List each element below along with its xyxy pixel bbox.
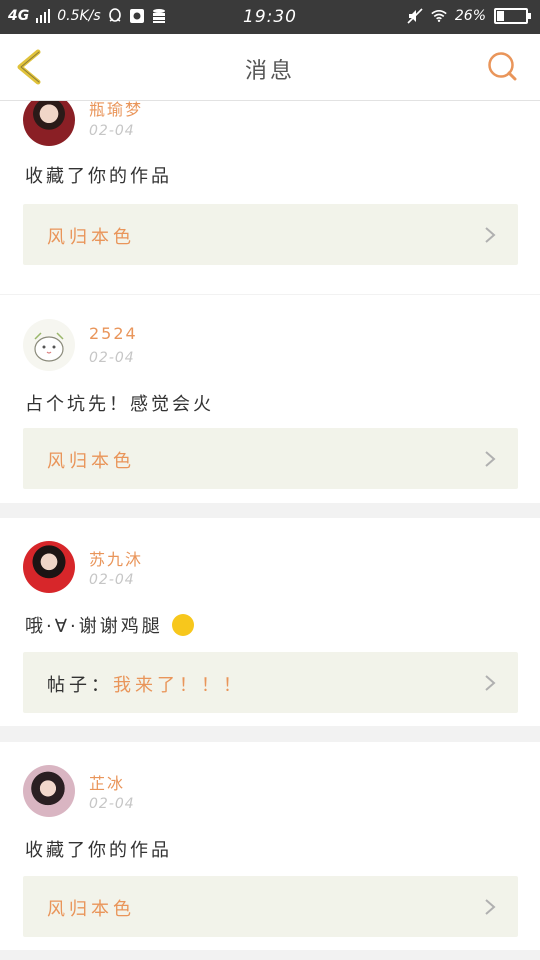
message-date: 02-04 [89, 123, 135, 139]
cartoon-avatar-icon [34, 332, 64, 362]
message-text: 收藏了你的作品 [25, 166, 172, 187]
username[interactable]: 瓶瑜梦 [89, 101, 143, 120]
message-card[interactable]: 苏九沐 02-04 哦·∀·谢谢鸡腿 帖子：我来了！！！ [0, 518, 540, 726]
chevron-right-icon [485, 227, 496, 243]
message-card[interactable]: 瓶瑜梦 02-04 收藏了你的作品 风归本色 [0, 101, 540, 294]
chevron-right-icon [485, 451, 496, 467]
status-bar: 4G 0.5K/s 19:30 26% [0, 0, 540, 34]
message-text: 收藏了你的作品 [25, 840, 172, 861]
battery-icon [494, 8, 531, 24]
ref-label: 帖子：我来了！！！ [47, 671, 245, 697]
avatar[interactable] [23, 101, 75, 146]
avatar[interactable] [23, 319, 75, 371]
emoji-icon [171, 614, 194, 636]
referenced-post[interactable]: 风归本色 [23, 876, 518, 937]
mute-icon [407, 8, 423, 24]
message-date: 02-04 [89, 796, 135, 812]
message-text: 占个坑先！感觉会火 [25, 394, 214, 415]
username[interactable]: 苏九沐 [89, 546, 143, 570]
ref-label: 风归本色 [47, 223, 135, 249]
referenced-post[interactable]: 帖子：我来了！！！ [23, 652, 518, 713]
message-text-content: 哦·∀·谢谢鸡腿 [25, 616, 163, 637]
ref-title: 风归本色 [47, 899, 135, 920]
message-text: 哦·∀·谢谢鸡腿 [25, 612, 194, 638]
ref-prefix: 帖子： [47, 675, 113, 696]
avatar[interactable] [23, 765, 75, 817]
page-title: 消息 [244, 59, 295, 84]
message-list[interactable]: 瓶瑜梦 02-04 收藏了你的作品 风归本色 2524 02-04 占个坑先！感… [0, 101, 540, 960]
avatar[interactable] [23, 541, 75, 593]
wifi-icon [431, 10, 447, 22]
status-right: 26% [407, 8, 531, 24]
chevron-right-icon [485, 899, 496, 915]
referenced-post[interactable]: 风归本色 [23, 428, 518, 489]
header: 消息 [0, 34, 540, 101]
chevron-right-icon [485, 675, 496, 691]
message-date: 02-04 [89, 350, 135, 366]
message-card[interactable]: 2524 02-04 占个坑先！感觉会火 风归本色 [0, 295, 540, 503]
ref-title: 风归本色 [47, 451, 135, 472]
search-button[interactable] [486, 50, 520, 84]
battery-percent: 26% [454, 8, 486, 24]
message-card[interactable]: 芷冰 02-04 收藏了你的作品 风归本色 [0, 742, 540, 950]
referenced-post[interactable]: 风归本色 [23, 204, 518, 265]
ref-label: 风归本色 [47, 447, 135, 473]
username[interactable]: 2524 [89, 324, 138, 343]
ref-title: 风归本色 [47, 227, 135, 248]
ref-label: 风归本色 [47, 895, 135, 921]
ref-title: 我来了！！！ [113, 675, 245, 696]
battery-level [497, 11, 504, 21]
username[interactable]: 芷冰 [89, 770, 125, 794]
message-date: 02-04 [89, 572, 135, 588]
